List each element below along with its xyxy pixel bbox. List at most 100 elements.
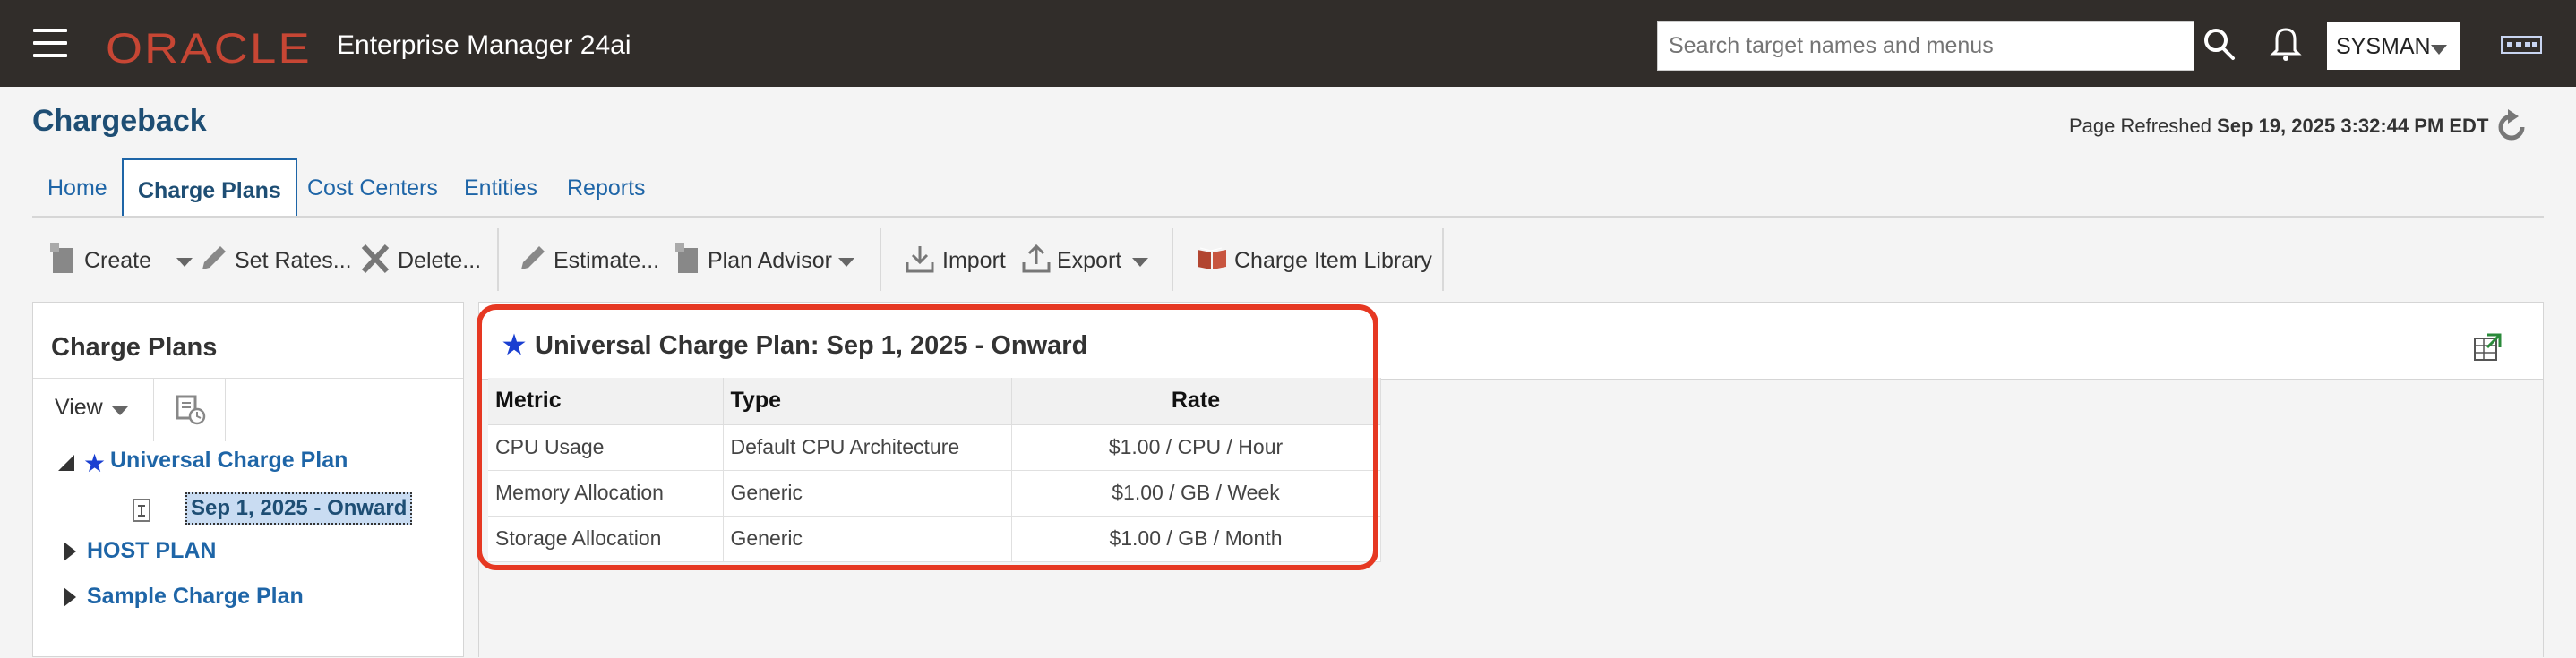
tab-charge-plans[interactable]: Charge Plans: [122, 158, 297, 218]
rate-unit: GB: [1178, 526, 1208, 550]
table-row[interactable]: CPU Usage Default CPU Architecture $1.00…: [488, 424, 1381, 471]
table-row[interactable]: Memory Allocation Generic $1.00 / GB / W…: [488, 470, 1381, 517]
revision-icon: [133, 499, 150, 522]
book-icon: [1198, 247, 1226, 269]
chevron-down-icon: [176, 258, 193, 267]
charge-plans-panel-title: Charge Plans: [51, 333, 218, 362]
oracle-logo[interactable]: ORACLE: [106, 27, 312, 69]
document-icon: [50, 243, 73, 273]
export-icon: [1022, 244, 1051, 273]
toolbar-separator: [1442, 228, 1444, 291]
set-rates-button[interactable]: Set Rates...: [197, 241, 376, 277]
estimate-button[interactable]: Estimate...: [516, 241, 677, 277]
search-input[interactable]: [1657, 21, 2194, 71]
document-icon: [675, 243, 698, 273]
tree-expanded-icon[interactable]: [58, 455, 74, 471]
delete-button[interactable]: Delete...: [360, 241, 512, 277]
plan-title-text: Universal Charge Plan: Sep 1, 2025 - Onw…: [535, 331, 1088, 360]
rate-period: Month: [1224, 526, 1283, 550]
tab-entities[interactable]: Entities: [464, 158, 537, 218]
rate-period: Week: [1227, 481, 1280, 504]
column-header-metric[interactable]: Metric: [488, 378, 724, 425]
tree-node-sep-1-2025-onward[interactable]: Sep 1, 2025 - Onward: [185, 492, 413, 525]
tree-node-host-plan[interactable]: HOST PLAN: [87, 538, 216, 564]
rate-cell: $1.00 / CPU / Hour: [1011, 424, 1381, 471]
tree-collapsed-icon[interactable]: [64, 587, 76, 607]
charge-item-library-button[interactable]: Charge Item Library: [1195, 241, 1464, 277]
chevron-down-icon: [2431, 45, 2447, 55]
metric-cell: Storage Allocation: [488, 516, 724, 562]
metric-cell: CPU Usage: [488, 424, 724, 471]
refresh-time: Sep 19, 2025 3:32:44 PM EDT: [2217, 115, 2489, 137]
toolbar-separator: [225, 379, 226, 441]
pencil-icon: [202, 246, 226, 269]
import-icon: [906, 246, 934, 273]
table-row[interactable]: Storage Allocation Generic $1.00 / GB / …: [488, 516, 1381, 562]
rate-amount: $1.00: [1112, 481, 1163, 504]
detach-icon[interactable]: [175, 394, 207, 426]
rate-cell: $1.00 / GB / Month: [1011, 516, 1381, 562]
create-label: Create: [84, 248, 152, 273]
user-name: SYSMAN: [2336, 34, 2431, 59]
pencil-icon: [521, 246, 545, 269]
target-navigation-icon[interactable]: [2501, 36, 2542, 54]
refresh-icon[interactable]: [2492, 107, 2531, 147]
product-name: Enterprise Manager 24ai: [337, 30, 631, 60]
delete-label: Delete...: [398, 248, 482, 273]
toolbar-separator: [1172, 228, 1173, 291]
set-rates-label: Set Rates...: [235, 248, 352, 273]
create-button[interactable]: Create: [50, 241, 193, 277]
plan-detail-panel: ★ Universal Charge Plan: Sep 1, 2025 - On…: [478, 302, 2544, 658]
rate-amount: $1.00: [1108, 435, 1161, 458]
top-navigation-bar: ORACLE Enterprise Manager 24ai SYSMAN: [0, 0, 2576, 87]
tab-divider: [32, 216, 2544, 218]
plan-detail-title: ★ Universal Charge Plan: Sep 1, 2025 - On…: [502, 329, 1087, 361]
chevron-down-icon: [112, 406, 128, 415]
type-cell: Generic: [723, 470, 1012, 517]
plan-advisor-label: Plan Advisor: [708, 248, 832, 273]
toolbar-separator: [880, 228, 881, 291]
rate-cell: $1.00 / GB / Week: [1011, 470, 1381, 517]
type-cell: Generic: [723, 516, 1012, 562]
table-header-row: Metric Type Rate: [488, 378, 1381, 425]
search-icon[interactable]: [2200, 25, 2239, 64]
charge-item-library-label: Charge Item Library: [1234, 248, 1432, 273]
star-icon: ★: [502, 331, 526, 360]
plan-advisor-button[interactable]: Plan Advisor: [675, 241, 863, 277]
column-header-rate[interactable]: Rate: [1011, 378, 1381, 425]
import-button[interactable]: Import: [905, 241, 1012, 277]
tree-collapsed-icon[interactable]: [64, 542, 76, 561]
rate-amount: $1.00: [1109, 526, 1162, 550]
export-label: Export: [1057, 248, 1122, 273]
column-header-type[interactable]: Type: [723, 378, 1012, 425]
chevron-down-icon: [838, 258, 854, 267]
export-to-excel-icon[interactable]: [2471, 331, 2503, 363]
tab-home[interactable]: Home: [47, 158, 107, 218]
hamburger-menu-icon[interactable]: [33, 29, 67, 57]
refresh-label: Page Refreshed: [2069, 115, 2211, 137]
estimate-label: Estimate...: [554, 248, 660, 273]
type-cell: Default CPU Architecture: [723, 424, 1012, 471]
charge-plans-panel: Charge Plans View ★ Universal Charge Pla…: [32, 302, 464, 657]
tree-node-universal-charge-plan[interactable]: Universal Charge Plan: [110, 448, 348, 474]
import-label: Import: [942, 248, 1006, 273]
rate-unit: GB: [1180, 481, 1211, 504]
rate-unit: CPU: [1177, 435, 1222, 458]
tab-reports[interactable]: Reports: [567, 158, 646, 218]
tree-toolbar: View: [33, 378, 463, 441]
chevron-down-icon: [1132, 258, 1148, 267]
export-button[interactable]: Export: [1021, 241, 1164, 277]
view-menu-button[interactable]: View: [55, 395, 128, 421]
star-icon: ★: [83, 449, 107, 477]
delete-x-icon: [361, 244, 390, 274]
tab-cost-centers[interactable]: Cost Centers: [307, 158, 438, 218]
metric-cell: Memory Allocation: [488, 470, 724, 517]
tree-node-sample-charge-plan[interactable]: Sample Charge Plan: [87, 584, 304, 610]
view-label: View: [55, 395, 103, 420]
user-menu[interactable]: SYSMAN: [2327, 22, 2460, 70]
rate-period: Hour: [1238, 435, 1284, 458]
toolbar-separator: [153, 379, 154, 441]
page-title: Chargeback: [32, 104, 207, 138]
page-refreshed-status: Page Refreshed Sep 19, 2025 3:32:44 PM E…: [2069, 115, 2488, 138]
bell-icon[interactable]: [2268, 23, 2304, 63]
